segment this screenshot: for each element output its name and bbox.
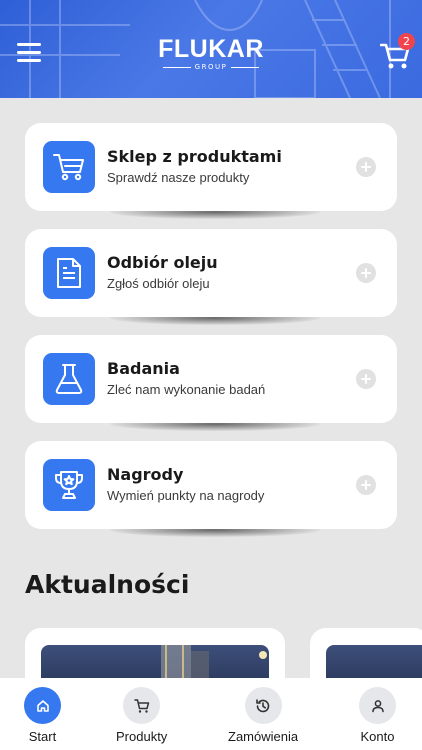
logo-title: FLUKAR	[158, 35, 264, 63]
card-shop-wrapper: Sklep z produktami Sprawdź nasze produkt…	[25, 123, 397, 219]
plus-icon[interactable]	[356, 475, 376, 495]
user-icon	[359, 687, 396, 724]
tab-label: Zamówienia	[228, 729, 299, 744]
history-icon	[244, 687, 282, 724]
card-title: Odbiór oleju	[107, 253, 218, 272]
card-subtitle: Sprawdź nasze produkty	[107, 170, 250, 185]
card-title: Nagrody	[107, 465, 184, 484]
logo-subtitle-row: GROUP	[150, 63, 272, 71]
tab-account[interactable]: Konto	[359, 687, 396, 744]
bottom-tab-bar: Start Produkty Zamówienia Konto	[0, 678, 422, 750]
shopping-cart-icon	[43, 141, 95, 193]
card-subtitle: Wymień punkty na nagrody	[107, 488, 265, 503]
flukar-logo: FLUKAR GROUP	[150, 36, 272, 71]
cart-count-badge: 2	[398, 33, 415, 50]
card-oil-wrapper: Odbiór oleju Zgłoś odbiór oleju	[25, 229, 397, 325]
card-shop[interactable]: Sklep z produktami Sprawdź nasze produkt…	[25, 123, 397, 211]
card-research[interactable]: Badania Zleć nam wykonanie badań	[25, 335, 397, 423]
plus-icon[interactable]	[356, 369, 376, 389]
flask-icon	[43, 353, 95, 405]
document-icon	[43, 247, 95, 299]
app-header: FLUKAR GROUP 2	[0, 0, 422, 98]
card-title: Badania	[107, 359, 180, 378]
logo-subtitle: GROUP	[194, 63, 228, 71]
card-title: Sklep z produktami	[107, 147, 282, 166]
logo-divider	[162, 66, 191, 68]
tab-products[interactable]: Produkty	[116, 687, 167, 744]
trophy-icon	[43, 459, 95, 511]
card-subtitle: Zleć nam wykonanie badań	[107, 382, 266, 397]
plus-icon[interactable]	[356, 157, 376, 177]
card-research-wrapper: Badania Zleć nam wykonanie badań	[25, 335, 397, 431]
tab-label: Start	[28, 729, 57, 744]
card-oil-pickup[interactable]: Odbiór oleju Zgłoś odbiór oleju	[25, 229, 397, 317]
hamburger-icon	[17, 43, 41, 46]
tab-label: Produkty	[116, 729, 168, 744]
tab-label: Konto	[360, 729, 395, 744]
cart-icon	[123, 687, 161, 724]
plus-icon[interactable]	[356, 263, 376, 283]
hamburger-icon-line	[17, 59, 41, 62]
tab-start[interactable]: Start	[24, 687, 61, 744]
news-section-title: Aktualności	[25, 570, 190, 599]
card-rewards-wrapper: Nagrody Wymień punkty na nagrody	[25, 441, 397, 537]
card-subtitle: Zgłoś odbiór oleju	[107, 276, 210, 291]
menu-button[interactable]	[17, 43, 41, 63]
logo-divider	[231, 66, 260, 68]
tab-orders[interactable]: Zamówienia	[228, 687, 298, 744]
home-icon	[24, 687, 61, 724]
card-rewards[interactable]: Nagrody Wymień punkty na nagrody	[25, 441, 397, 529]
hamburger-icon-line	[17, 51, 41, 54]
